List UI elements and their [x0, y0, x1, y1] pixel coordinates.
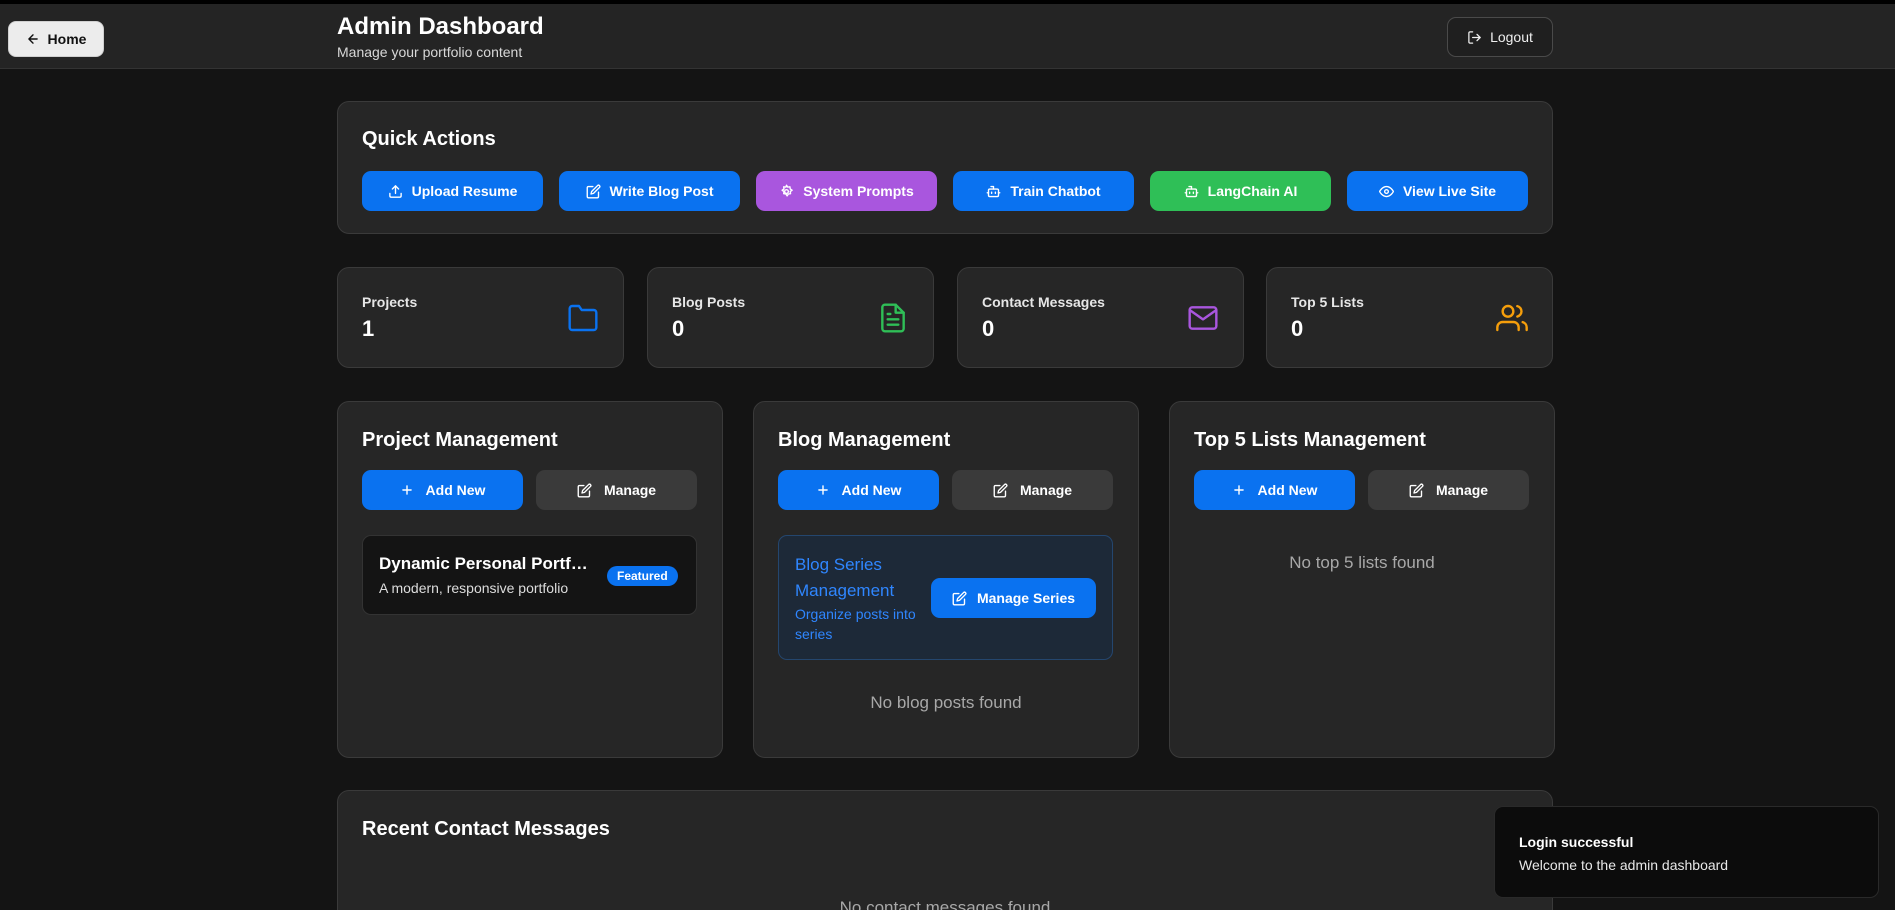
project-management-title: Project Management: [362, 429, 558, 451]
plus-icon: [400, 483, 414, 497]
add-blog-post-button[interactable]: Add New: [778, 470, 939, 510]
project-list-item[interactable]: Dynamic Personal Portfolio A modern, res…: [362, 535, 697, 615]
edit-icon: [577, 483, 592, 498]
train-chatbot-button[interactable]: Train Chatbot: [953, 171, 1134, 211]
stat-label: Contact Messages: [982, 294, 1105, 310]
gear-icon: [779, 184, 794, 199]
recent-contact-messages-card: Recent Contact Messages No contact messa…: [337, 790, 1553, 910]
train-chatbot-label: Train Chatbot: [1010, 183, 1101, 199]
add-new-label: Add New: [841, 482, 902, 498]
view-live-site-button[interactable]: View Live Site: [1347, 171, 1528, 211]
manage-label: Manage: [1435, 482, 1489, 498]
edit-icon: [586, 184, 601, 199]
bot-icon: [1184, 184, 1199, 199]
stat-value: 0: [672, 316, 685, 341]
manage-series-label: Manage Series: [976, 590, 1076, 606]
edit-icon: [1409, 483, 1424, 498]
arrow-left-icon: [26, 32, 40, 46]
stat-label: Top 5 Lists: [1291, 294, 1364, 310]
toast-title: Login successful: [1519, 834, 1634, 850]
mail-icon: [1187, 302, 1219, 334]
manage-blog-button[interactable]: Manage: [952, 470, 1113, 510]
users-icon: [1496, 302, 1528, 334]
page-title: Admin Dashboard: [337, 13, 544, 40]
quick-actions-title: Quick Actions: [362, 128, 496, 150]
stat-card-blog-posts: Blog Posts 0: [647, 267, 934, 368]
logout-label: Logout: [1490, 29, 1533, 45]
write-blog-post-label: Write Blog Post: [609, 183, 714, 199]
manage-label: Manage: [603, 482, 657, 498]
upload-icon: [388, 184, 403, 199]
logout-icon: [1467, 30, 1482, 45]
plus-icon: [1232, 483, 1246, 497]
project-description: A modern, responsive portfolio: [379, 580, 569, 596]
quick-actions-card: Quick Actions Upload Resume Write Blog P…: [337, 101, 1553, 234]
add-new-label: Add New: [1257, 482, 1318, 498]
top-5-lists-management-title: Top 5 Lists Management: [1194, 429, 1426, 451]
eye-icon: [1378, 184, 1394, 199]
manage-lists-button[interactable]: Manage: [1368, 470, 1529, 510]
add-project-button[interactable]: Add New: [362, 470, 523, 510]
langchain-ai-label: LangChain AI: [1207, 183, 1298, 199]
title-block: Admin Dashboard Manage your portfolio co…: [337, 12, 544, 60]
stat-label: Projects: [362, 294, 418, 310]
project-management-card: Project Management Add New Manage Dynami…: [337, 401, 723, 758]
write-blog-post-button[interactable]: Write Blog Post: [559, 171, 740, 211]
blog-management-title: Blog Management: [778, 429, 951, 451]
system-prompts-button[interactable]: System Prompts: [756, 171, 937, 211]
toast-notification[interactable]: Login successful Welcome to the admin da…: [1494, 806, 1879, 898]
add-list-button[interactable]: Add New: [1194, 470, 1355, 510]
home-button[interactable]: Home: [8, 21, 104, 57]
project-name: Dynamic Personal Portfolio: [379, 554, 594, 573]
stat-value: 0: [1291, 316, 1304, 341]
messages-empty-state: No contact messages found: [839, 898, 1051, 910]
page-subtitle: Manage your portfolio content: [337, 44, 523, 60]
upload-resume-label: Upload Resume: [411, 183, 518, 199]
manage-label: Manage: [1019, 482, 1073, 498]
view-live-site-label: View Live Site: [1402, 183, 1497, 199]
plus-icon: [816, 483, 830, 497]
stat-card-contact-messages: Contact Messages 0: [957, 267, 1244, 368]
stat-label: Blog Posts: [672, 294, 746, 310]
bot-icon: [986, 184, 1001, 199]
stat-value: 0: [982, 316, 995, 341]
folder-icon: [567, 302, 599, 334]
edit-icon: [952, 591, 967, 606]
blog-series-description: Organize posts into series: [795, 606, 916, 642]
logout-button[interactable]: Logout: [1447, 17, 1553, 57]
upload-resume-button[interactable]: Upload Resume: [362, 171, 543, 211]
edit-icon: [993, 483, 1008, 498]
featured-badge: Featured: [607, 566, 678, 586]
app-header: Home Admin Dashboard Manage your portfol…: [0, 4, 1895, 69]
blog-empty-state: No blog posts found: [870, 693, 1022, 712]
home-label: Home: [47, 31, 87, 47]
recent-contact-messages-title: Recent Contact Messages: [362, 818, 610, 840]
stat-card-projects: Projects 1: [337, 267, 624, 368]
system-prompts-label: System Prompts: [803, 183, 914, 199]
manage-projects-button[interactable]: Manage: [536, 470, 697, 510]
blog-series-panel: Blog Series Management Organize posts in…: [778, 535, 1113, 660]
blog-series-title: Blog Series Management: [795, 555, 895, 600]
stat-card-top-5-lists: Top 5 Lists 0: [1266, 267, 1553, 368]
lists-empty-state: No top 5 lists found: [1289, 553, 1435, 572]
manage-series-button[interactable]: Manage Series: [931, 578, 1096, 618]
add-new-label: Add New: [425, 482, 486, 498]
stat-value: 1: [362, 316, 375, 341]
top-5-lists-management-card: Top 5 Lists Management Add New Manage No…: [1169, 401, 1555, 758]
langchain-ai-button[interactable]: LangChain AI: [1150, 171, 1331, 211]
file-text-icon: [877, 302, 909, 334]
blog-management-card: Blog Management Add New Manage Blog Seri…: [753, 401, 1139, 758]
toast-message: Welcome to the admin dashboard: [1519, 857, 1729, 873]
